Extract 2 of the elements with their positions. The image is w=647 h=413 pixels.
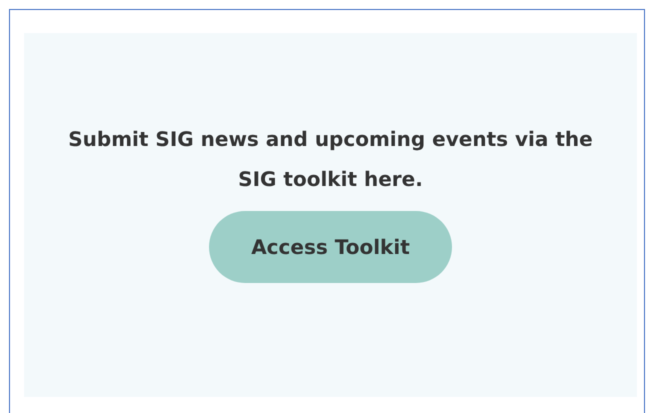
- message-text: Submit SIG news and upcoming events via the SIG toolkit here.: [67, 126, 594, 193]
- access-toolkit-button[interactable]: Access Toolkit: [209, 211, 452, 283]
